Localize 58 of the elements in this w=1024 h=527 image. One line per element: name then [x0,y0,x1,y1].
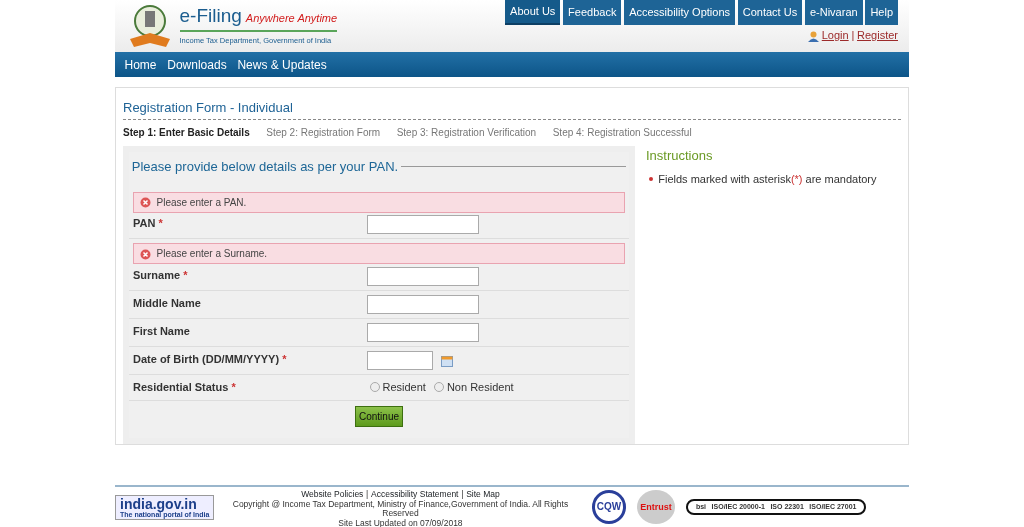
top-menu-link[interactable]: Accessibility Options [624,0,735,25]
top-menu-link[interactable]: e-Nivaran [804,0,863,25]
nav-link[interactable]: Downloads [163,55,231,74]
form-legend: Please provide below details as per your PAN. [131,157,399,177]
top-menu-link[interactable]: Help [865,0,898,25]
radio-label: Non Resident [446,380,514,395]
bullet-mark [648,176,653,181]
label-text: Residential Status [133,381,229,393]
text-input[interactable] [367,215,479,235]
link-separator: | [461,488,464,499]
required-mark: * [282,353,287,365]
entrust-seal: Entrust [636,489,675,524]
label-text: First Name [133,325,190,337]
instructions-title: Instructions [646,146,714,165]
tagline: Anywhere Anytime [245,11,338,27]
cqw-seal: CQW [591,489,626,524]
nav-link[interactable]: News & Updates [233,55,331,74]
required-mark: * [231,381,236,393]
step-label: Step 4: Registration Successful [552,126,692,140]
error-text: Please enter a PAN. [156,195,247,210]
footer-link[interactable]: Website Policies [301,488,364,499]
last-updated-text: Site Last Updated on 07/09/2018 [337,519,464,527]
error-text: Please enter a Surname. [156,247,268,262]
login-link[interactable]: Login [821,27,849,44]
step-label: Step 2: Registration Form [266,126,381,140]
nav-link[interactable]: Home [120,55,161,74]
label-text: Surname [133,269,181,281]
required-mark: * [158,217,163,230]
label-text: Middle Name [133,297,201,309]
user-icon [808,30,819,42]
calendar-icon[interactable] [441,355,454,367]
error-icon [140,197,151,209]
top-menu-link[interactable]: Feedback [563,0,622,25]
register-link[interactable]: Register [857,27,898,44]
text-input[interactable] [367,323,479,342]
radio-button[interactable] [434,382,445,393]
label-text: PAN [133,217,156,230]
error-icon [140,249,151,261]
text-input[interactable] [367,267,479,286]
date-input[interactable] [367,351,433,370]
instruction-text: Fields marked with asterisk(*) are mandatory [658,171,877,187]
step-label: Step 1: Enter Basic Details [123,126,250,140]
continue-button[interactable]: Continue [355,406,403,427]
brand-title: e-Filing [179,6,242,26]
footer-link[interactable]: Accessibility Statement [371,488,459,499]
top-menu-link[interactable]: Contact Us [737,0,803,25]
copyright-text: Copyright @ Income Tax Department, Ministry of Finance,Government of India. All Rights Reserved [231,499,570,519]
page-title: Registration Form - Individual [123,98,901,120]
top-menu-link[interactable]: About Us [505,0,561,25]
footer-link[interactable]: Site Map [466,488,500,499]
link-separator: | [366,488,369,499]
text-input[interactable] [367,295,479,314]
required-mark: * [183,269,188,281]
label-text: Date of Birth (DD/MM/YYYY) [133,353,280,365]
radio-label: Resident [382,380,426,395]
step-label: Step 3: Registration Verification [396,126,537,140]
link-separator: | [851,28,855,44]
radio-button[interactable] [369,382,380,393]
